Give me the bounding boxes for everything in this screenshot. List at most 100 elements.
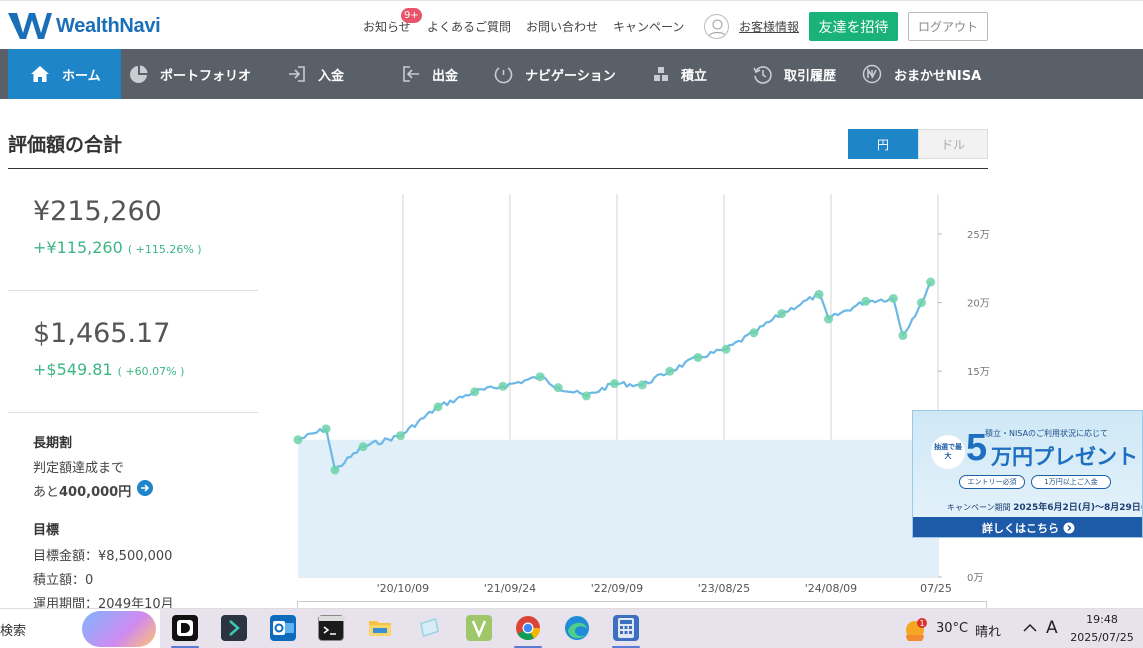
ime-indicator[interactable]: A [1046,618,1058,638]
ad-period-dates: 2025年6月2日(月)～8月29日(金) [1013,503,1142,513]
nav-item-history[interactable]: 取引履歴 [753,49,836,99]
chart-data-point [693,352,703,362]
long-term-line1: 判定額達成まで [33,461,125,476]
nav-item-withdraw[interactable]: 出金 [402,49,458,99]
chart-data-point [777,309,787,319]
accumulate-icon [654,66,668,81]
usd-gain-amount: +$549.81 [33,360,113,379]
nav-item-nisa[interactable]: おまかせNISA [862,49,981,99]
clock-time[interactable]: 19:48 [1070,613,1134,626]
arrow-right-circle-icon [1063,522,1075,534]
stats-divider [8,412,258,413]
x-tick-label: 07/25 [920,582,952,595]
chart-data-point [814,289,824,299]
weather-text: 晴れ [975,625,1002,640]
chart-data-point [721,344,731,354]
x-tick-label: '23/08/25 [698,582,750,595]
user-avatar-icon[interactable] [704,14,729,39]
ad-prize-text: 万円プレゼント [991,445,1138,469]
y-tick-label: 25万 [967,230,990,241]
y-tick-label: 0万 [967,573,983,584]
chart-data-point [609,379,619,389]
notes-app-icon[interactable] [416,615,442,641]
page-title: 評価額の合計 [8,134,123,156]
chart-data-point [916,298,926,308]
title-divider [8,168,988,169]
wealthnavi-logo-icon [8,13,52,39]
chart-data-point [926,277,936,287]
x-tick-label: '22/09/09 [591,582,643,595]
top-header: WealthNavi お知らせ 9+ よくあるご質問 お問い合わせ キャンペーン… [0,0,1143,49]
yen-gain: +¥115,260 ( +115.26% ) [33,238,202,257]
chrome-icon[interactable] [515,615,541,641]
taskbar-search-text: 検索 [0,623,27,639]
chart-data-point [395,431,405,441]
file-explorer-icon[interactable] [367,615,393,641]
valuation-chart[interactable]: 25万 20万 15万 0万 '20/10/09 '21/09/24 '22/09/09 '… [290,188,990,608]
terminal-app-icon[interactable] [221,615,247,641]
chart-data-point [321,424,331,434]
stats-divider [8,290,258,291]
campaign-ad-banner[interactable]: 積立・NISAのご利用状況に応じて 抽選で最大 5 万円プレゼント エントリー必… [912,410,1143,538]
home-icon [31,66,49,82]
nav-item-home[interactable]: ホーム [8,49,121,99]
calculator-icon[interactable] [613,615,639,641]
customer-info-link[interactable]: お客様情報 [739,18,799,35]
campaign-link[interactable]: キャンペーン [613,18,684,35]
nav-item-label: ポートフォリオ [160,68,252,84]
nav-item-navigation[interactable]: ナビゲーション [494,49,616,99]
invite-friend-button[interactable]: 友達を招待 [809,12,898,41]
long-term-title: 長期割 [33,436,73,451]
chart-data-point [330,465,340,475]
chart-data-point [498,381,508,391]
chart-data-point [898,331,908,341]
yen-total-value: ¥215,260 [33,196,162,227]
currency-toggle: 円 ドル [848,129,988,159]
chart-data-point [293,435,303,445]
contact-link[interactable]: お問い合わせ [526,18,598,35]
withdraw-icon [403,66,419,82]
outlook-app-icon[interactable] [270,615,296,641]
long-term-amount: 400,000円 [59,485,132,500]
nisa-icon [862,64,882,84]
long-term-prefix: あと [33,485,60,500]
chevron-up-icon[interactable] [1023,623,1037,633]
search-highlight-icon[interactable] [82,611,156,647]
usd-gain-percent: ( +60.07% ) [117,365,185,378]
clock-date[interactable]: 2025/07/25 [1070,631,1134,644]
nav-item-deposit[interactable]: 入金 [288,49,344,99]
weather-temp: 30°C [936,621,969,636]
main-nav: ホーム ポートフォリオ 入金 出金 ナビゲーション 積立 取引履歴 おまかせNI… [0,49,1143,99]
chart-data-point [749,328,759,338]
wealthnavi-page: WealthNavi お知らせ 9+ よくあるご質問 お問い合わせ キャンペーン… [0,0,1143,648]
nav-item-label: 取引履歴 [784,68,837,84]
nav-item-portfolio[interactable]: ポートフォリオ [129,49,251,99]
logo[interactable]: WealthNavi [8,11,161,41]
nav-item-accumulate[interactable]: 積立 [654,49,707,99]
command-prompt-icon[interactable] [318,615,345,641]
yen-gain-percent: ( +115.26% ) [127,243,202,256]
nav-item-label: 入金 [318,68,345,84]
long-term-line2: あと400,000円 [33,481,131,500]
y-tick-label: 20万 [967,299,990,310]
pie-chart-icon [130,65,148,83]
edge-icon[interactable] [564,615,590,641]
ad-cta-button[interactable]: 詳しくはこちら [913,517,1142,537]
arrow-right-circle-icon[interactable] [137,480,153,496]
weather-icon[interactable]: 1 [903,617,929,644]
logout-button[interactable]: ログアウト [908,12,988,41]
nav-item-label: おまかせNISA [894,68,982,84]
dolby-app-icon[interactable] [172,615,198,641]
chart-data-point [824,314,834,324]
ad-big-number: 5 [966,427,988,469]
faq-link[interactable]: よくあるご質問 [427,18,511,35]
yen-toggle-button[interactable]: 円 [848,129,918,159]
v-app-icon[interactable] [466,615,492,641]
dollar-toggle-button[interactable]: ドル [918,129,988,159]
chart-range-selector[interactable] [297,601,987,608]
valuation-chart-svg: 25万 20万 15万 0万 '20/10/09 '21/09/24 '22/09/09 '… [293,194,990,595]
ad-pill-entry: エントリー必須 [959,475,1025,489]
weather-badge: 1 [919,619,924,628]
chart-data-point [861,296,871,306]
chart-data-point [433,402,443,412]
